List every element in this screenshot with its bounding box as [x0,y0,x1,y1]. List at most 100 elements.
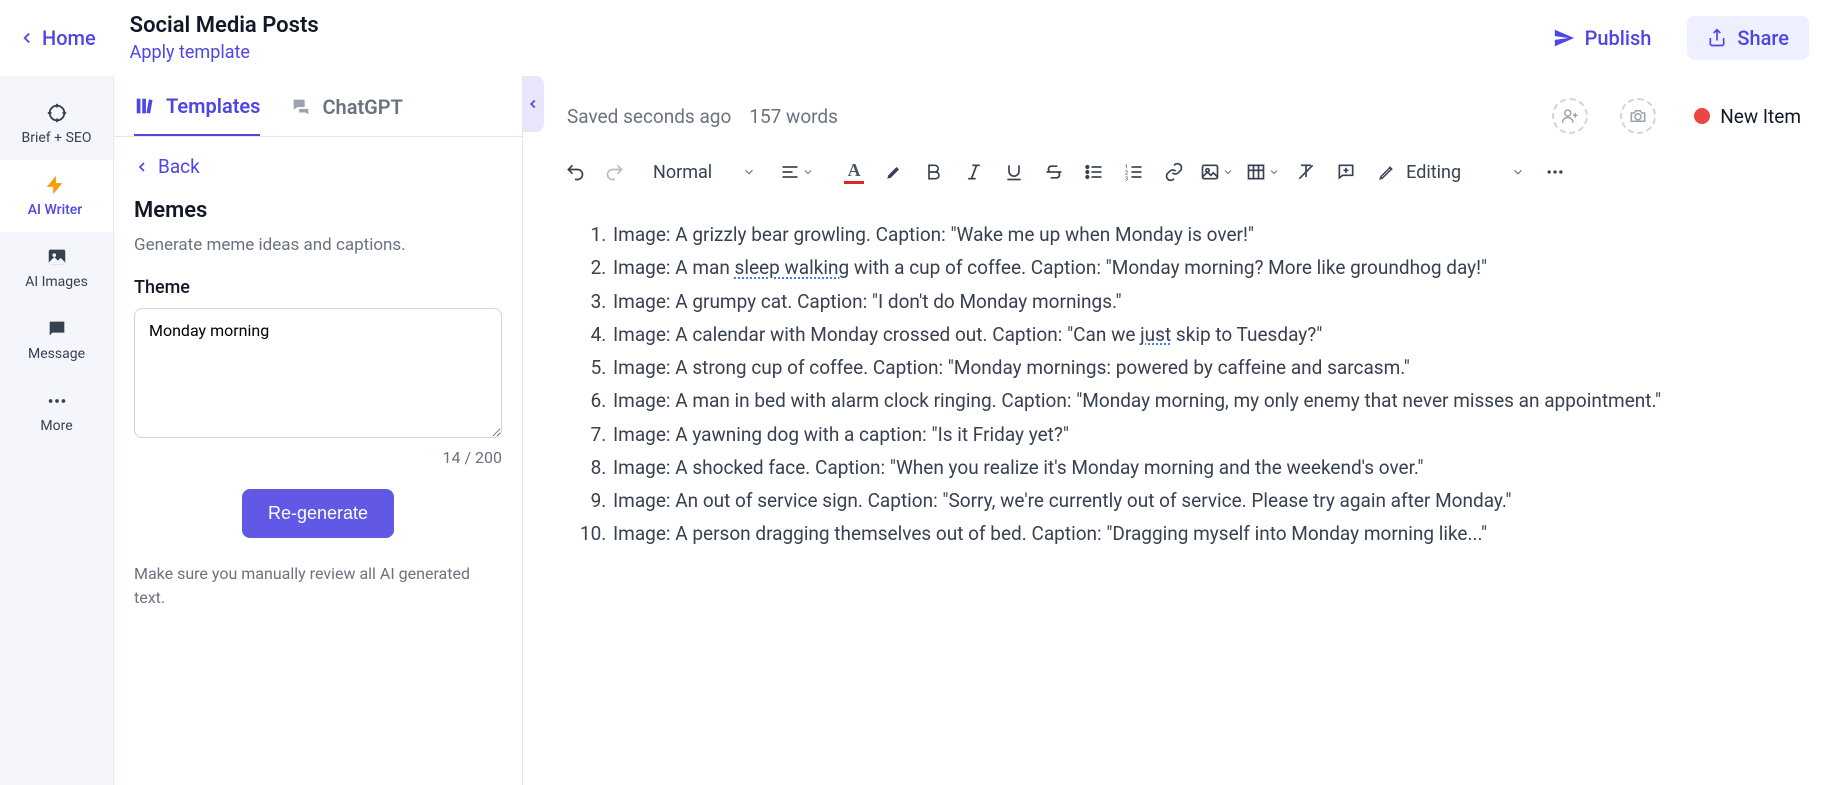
chevron-down-icon [802,166,814,178]
spelling-suggestion[interactable]: just [1140,323,1171,346]
bold-button[interactable] [916,154,952,190]
underline-icon [1004,162,1024,182]
list-item[interactable]: Image: A person dragging themselves out … [611,517,1771,550]
redo-button[interactable] [597,154,633,190]
sidebar-label: More [40,418,72,434]
list-item[interactable]: Image: A man in bed with alarm clock rin… [611,384,1771,417]
svg-text:3: 3 [1125,176,1128,182]
font-color-button[interactable]: A [836,154,872,190]
status-dot-icon [1694,108,1710,124]
new-item-label: New Item [1720,105,1801,128]
image-icon [1200,162,1220,182]
publish-button[interactable]: Publish [1537,18,1668,58]
undo-button[interactable] [557,154,593,190]
share-button[interactable]: Share [1687,16,1809,60]
tab-label: ChatGPT [322,95,402,119]
list-item[interactable]: Image: A shocked face. Caption: "When yo… [611,451,1771,484]
back-label: Back [158,155,200,178]
chevron-left-icon [18,29,36,47]
chevron-left-icon [526,97,540,111]
char-count: 14 / 200 [134,448,502,467]
sidebar-item-ai-writer[interactable]: AI Writer [0,160,113,232]
templates-panel: Templates ChatGPT Back Memes Generate me… [114,76,523,785]
more-icon [1545,162,1565,182]
toolbar-more-button[interactable] [1537,154,1573,190]
list-item[interactable]: Image: A strong cup of coffee. Caption: … [611,351,1771,384]
numbered-list-button[interactable]: 123 [1116,154,1152,190]
link-icon [1164,162,1184,182]
books-icon [134,95,156,117]
panel-title: Memes [134,198,502,223]
word-count: 157 words [749,105,838,128]
sidebar-label: AI Writer [28,202,83,218]
italic-icon [964,162,984,182]
undo-icon [565,162,585,182]
paragraph-style-select[interactable]: Normal [643,156,766,189]
more-icon [46,390,68,412]
sidebar-item-message[interactable]: Message [0,304,113,376]
chevron-left-icon [134,159,150,175]
collapse-panel-button[interactable] [522,76,544,132]
bullet-list-icon [1084,162,1104,182]
apply-template-link[interactable]: Apply template [130,42,319,63]
user-plus-icon [1561,107,1579,125]
list-item[interactable]: Image: A grumpy cat. Caption: "I don't d… [611,285,1771,318]
back-link[interactable]: Back [134,155,502,178]
list-item[interactable]: Image: A yawning dog with a caption: "Is… [611,418,1771,451]
numbered-list-icon: 123 [1124,162,1144,182]
clear-formatting-button[interactable] [1288,154,1324,190]
share-icon [1707,28,1727,48]
sidebar-label: AI Images [25,274,88,290]
lightning-icon [44,174,66,196]
sidebar-item-ai-images[interactable]: AI Images [0,232,113,304]
clear-format-icon [1296,162,1316,182]
link-button[interactable] [1156,154,1192,190]
tab-label: Templates [166,94,260,118]
editor-content[interactable]: Image: A grizzly bear growling. Caption:… [523,208,1831,571]
comment-add-icon [1336,162,1356,182]
theme-input[interactable] [134,308,502,438]
italic-button[interactable] [956,154,992,190]
panel-description: Generate meme ideas and captions. [134,235,502,255]
add-collaborator-button[interactable] [1552,98,1588,134]
pencil-icon [1378,163,1396,181]
font-color-icon: A [848,161,861,179]
saved-status: Saved seconds ago [567,105,731,128]
regenerate-button[interactable]: Re-generate [242,489,394,538]
list-item[interactable]: Image: An out of service sign. Caption: … [611,484,1771,517]
chevron-down-icon [1511,165,1525,179]
list-item[interactable]: Image: A man sleep walking with a cup of… [611,251,1771,284]
share-label: Share [1737,26,1789,50]
image-icon [46,246,68,268]
sidebar-item-brief-seo[interactable]: Brief + SEO [0,88,113,160]
editing-mode-select[interactable]: Editing [1378,162,1525,183]
tab-templates[interactable]: Templates [134,94,260,136]
table-insert-select[interactable] [1242,154,1284,190]
align-select[interactable] [776,154,818,190]
add-media-button[interactable] [1620,98,1656,134]
list-item[interactable]: Image: A calendar with Monday crossed ou… [611,318,1771,351]
message-icon [46,318,68,340]
redo-icon [605,162,625,182]
tab-chatgpt[interactable]: ChatGPT [290,94,402,136]
image-insert-select[interactable] [1196,154,1238,190]
bullet-list-button[interactable] [1076,154,1112,190]
highlight-button[interactable] [876,154,912,190]
align-left-icon [780,162,800,182]
spelling-suggestion[interactable]: sleep walking [735,256,850,279]
comment-button[interactable] [1328,154,1364,190]
sidebar-label: Message [28,346,85,362]
review-note: Make sure you manually review all AI gen… [134,562,502,610]
strikethrough-icon [1044,162,1064,182]
underline-button[interactable] [996,154,1032,190]
strikethrough-button[interactable] [1036,154,1072,190]
camera-icon [1629,107,1647,125]
list-item[interactable]: Image: A grizzly bear growling. Caption:… [611,218,1771,251]
new-item-status[interactable]: New Item [1694,105,1801,128]
home-link[interactable]: Home [18,26,96,50]
sidebar-item-more[interactable]: More [0,376,113,448]
editor-toolbar: Normal A [523,148,1831,208]
sidebar: Brief + SEO AI Writer AI Images Message … [0,76,114,785]
chevron-down-icon [1268,166,1280,178]
sidebar-label: Brief + SEO [22,130,92,146]
